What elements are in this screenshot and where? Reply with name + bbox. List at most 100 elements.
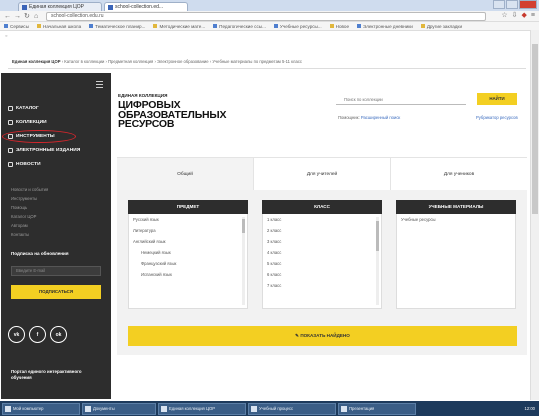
show-results-label: ПОКАЗАТЬ НАЙДЕНО xyxy=(300,333,350,338)
bookmark-label: Начальная школа xyxy=(43,23,82,29)
sidebar-link[interactable]: Каталог ЦОР xyxy=(11,214,48,223)
bookmark[interactable]: Новое xyxy=(329,24,349,29)
bookmark[interactable]: Электронные дневники xyxy=(357,24,413,29)
list-item[interactable]: 4 класс xyxy=(263,247,381,258)
taskbar-item[interactable]: Единая коллекция ЦОР xyxy=(158,402,246,415)
page-icon xyxy=(273,24,278,28)
bookmark[interactable]: Методические мате... xyxy=(153,24,205,29)
maximize-button[interactable] xyxy=(506,0,518,9)
list-item[interactable]: 2 класс xyxy=(263,225,381,236)
facebook-icon[interactable]: f xyxy=(29,326,46,343)
bookmark[interactable]: Педагогические ссы... xyxy=(213,24,266,29)
sidebar-item-tools[interactable]: ИНСТРУМЕНТЫ xyxy=(1,129,80,143)
list-item[interactable]: Литература xyxy=(129,225,247,236)
list-item[interactable]: 7 класс xyxy=(263,280,381,291)
sidebar-footer[interactable]: Портал единого интерактивного обучения xyxy=(11,369,101,381)
subject-list[interactable]: Русский язык Литература Английский язык … xyxy=(128,214,248,309)
address-bar[interactable]: school-collection.edu.ru xyxy=(46,12,486,21)
download-icon[interactable]: ⇩ xyxy=(512,12,518,20)
sidebar-link[interactable]: Контакты xyxy=(11,232,48,241)
materials-list[interactable]: Учебные ресурсы xyxy=(396,214,516,309)
list-item[interactable]: 5 класс xyxy=(263,258,381,269)
subscribe-button[interactable]: ПОДПИСАТЬСЯ xyxy=(11,285,101,299)
back-arrow-icon[interactable]: ← xyxy=(4,13,11,20)
tab-general[interactable]: Общий xyxy=(117,158,254,190)
bookmark[interactable]: Сервисы xyxy=(4,24,29,29)
scroll-thumb[interactable] xyxy=(532,44,538,214)
browser-actions: ☆ ⇩ ◆ ≡ xyxy=(501,12,535,20)
social-links: vk f ok xyxy=(8,326,67,343)
star-icon[interactable]: ☆ xyxy=(501,12,507,20)
bookmark-label: Методические мате... xyxy=(159,23,206,29)
reload-icon[interactable]: ↻ xyxy=(24,13,30,20)
folder-icon xyxy=(420,24,425,28)
presentation-icon xyxy=(341,405,347,412)
sidebar-item-news[interactable]: НОВОСТИ xyxy=(8,157,80,171)
menu-icon[interactable]: ≡ xyxy=(531,12,535,20)
breadcrumb-item[interactable]: Каталог в коллекции xyxy=(64,59,104,64)
subject-scrollbar[interactable] xyxy=(242,217,245,305)
list-item[interactable]: 1 класс xyxy=(263,214,381,225)
wrench-icon xyxy=(8,133,13,139)
subscribe-email-input[interactable]: Введите E-mail xyxy=(11,266,101,276)
taskbar-item[interactable]: Документы xyxy=(82,402,156,415)
tab-students[interactable]: Для учеников xyxy=(391,158,527,190)
favicon-icon xyxy=(108,5,113,10)
sidebar-link[interactable]: Инструменты xyxy=(11,196,48,205)
sidebar-link[interactable]: Авторам xyxy=(11,223,48,232)
home-icon[interactable]: ⌂ xyxy=(34,13,38,20)
rubricator-link[interactable]: Рубрикатор ресурсов xyxy=(476,115,518,120)
bookmark-label: Учебные ресурсы... xyxy=(279,23,322,29)
grade-list[interactable]: 1 класс 2 класс 3 класс 4 класс 5 класс … xyxy=(262,214,382,309)
bookmark[interactable]: Тематическое планир... xyxy=(89,24,145,29)
sidebar-item-collections[interactable]: КОЛЛЕКЦИИ xyxy=(8,115,80,129)
advanced-search-link[interactable]: Расширенный поиск xyxy=(361,115,400,120)
sidebar-item-e-editions[interactable]: ЭЛЕКТРОННЫЕ ИЗДАНИЯ xyxy=(8,143,80,157)
sidebar-link[interactable]: Новости и события xyxy=(11,187,48,196)
taskbar-item[interactable]: Презентация xyxy=(338,402,416,415)
sidebar-link[interactable]: Помощь xyxy=(11,205,48,214)
vk-icon[interactable]: vk xyxy=(8,326,25,343)
list-item[interactable]: Французский язык xyxy=(129,258,247,269)
bookmark[interactable]: Начальная школа xyxy=(37,24,81,29)
breadcrumb-item[interactable]: Единая коллекция ЦОР xyxy=(12,59,61,64)
sidebar-item-label: НОВОСТИ xyxy=(16,161,41,167)
taskbar: Мой компьютер Документы Единая коллекция… xyxy=(0,401,539,416)
bookmark-label: Педагогические ссы... xyxy=(219,23,266,29)
clock[interactable]: 12:00 xyxy=(525,406,539,411)
close-window-button[interactable] xyxy=(519,0,537,9)
list-item[interactable]: Испанский язык xyxy=(129,269,247,280)
grade-column: КЛАСС 1 класс 2 класс 3 класс 4 класс 5 … xyxy=(262,200,382,309)
subject-heading: ПРЕДМЕТ xyxy=(128,200,248,214)
minimize-button[interactable] xyxy=(493,0,505,9)
search-button[interactable]: НАЙТИ xyxy=(477,93,517,105)
list-item[interactable]: 6 класс xyxy=(263,269,381,280)
taskbar-item[interactable]: Учебный процесс xyxy=(248,402,336,415)
odnoklassniki-icon[interactable]: ok xyxy=(50,326,67,343)
browser-tab[interactable]: Единая коллекция ЦОР xyxy=(18,2,102,11)
collection-kicker: ЕДИНАЯ КОЛЛЕКЦИЯ xyxy=(118,93,168,98)
search-input[interactable] xyxy=(336,95,466,105)
taskbar-item[interactable]: Мой компьютер xyxy=(2,402,80,415)
grade-scrollbar[interactable] xyxy=(376,217,379,305)
bookmark[interactable]: Другие закладки xyxy=(420,24,462,29)
tab-teachers[interactable]: Для учителей xyxy=(254,158,391,190)
list-item[interactable]: 3 класс xyxy=(263,236,381,247)
list-item[interactable]: Русский язык xyxy=(129,214,247,225)
breadcrumb-item[interactable]: Учебные материалы по предметам 5-11 клас… xyxy=(212,59,302,64)
list-item[interactable]: Английский язык xyxy=(129,236,247,247)
forward-arrow-icon[interactable]: → xyxy=(14,13,21,20)
breadcrumb-item[interactable]: Предметная коллекция xyxy=(108,59,153,64)
page-icon xyxy=(89,24,94,28)
page-scrollbar[interactable] xyxy=(530,30,539,400)
bookmarks-bar: Сервисы Начальная школа Тематическое пла… xyxy=(0,22,539,31)
bookmark[interactable]: Учебные ресурсы... xyxy=(273,23,322,29)
sidebar-item-catalog[interactable]: КАТАЛОГ xyxy=(8,101,80,115)
extension-icon[interactable]: ◆ xyxy=(522,12,527,20)
breadcrumb-item[interactable]: Электронное образование xyxy=(157,59,209,64)
hamburger-icon[interactable] xyxy=(96,81,103,90)
show-results-button[interactable]: ✎ ПОКАЗАТЬ НАЙДЕНО xyxy=(128,326,517,346)
list-item[interactable]: Учебные ресурсы xyxy=(397,214,515,225)
browser-tab-active[interactable]: school-collection.ed... xyxy=(104,2,188,11)
list-item[interactable]: Немецкий язык xyxy=(129,247,247,258)
